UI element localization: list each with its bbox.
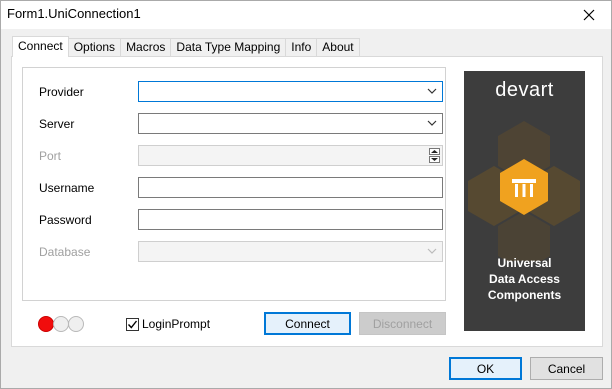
spin-down-icon [429,156,440,163]
provider-select[interactable] [138,81,443,102]
server-label: Server [39,117,75,131]
connect-button[interactable]: Connect [264,312,351,335]
cancel-button[interactable]: Cancel [530,357,603,380]
tab-strip: Connect Options Macros Data Type Mapping… [12,36,360,57]
close-button[interactable] [567,1,611,29]
login-prompt-checkbox[interactable]: LoginPrompt [126,317,210,331]
password-input[interactable] [138,209,443,230]
tab-options[interactable]: Options [67,38,122,57]
status-light-red [38,316,54,332]
chevron-down-icon [427,248,437,254]
devart-logo-panel: devart Universal Data Access Components [464,71,585,331]
login-prompt-label: LoginPrompt [142,317,211,331]
database-label: Database [39,245,91,259]
username-input[interactable] [138,177,443,198]
username-label: Username [39,181,95,195]
dialog-window: Form1.UniConnection1 Connect Options Mac… [0,0,612,389]
port-spinner [138,145,443,166]
status-light-off [68,316,84,332]
checkmark-icon [127,320,138,329]
checkbox-box[interactable] [126,317,139,331]
tab-connect[interactable]: Connect [12,36,69,57]
password-label: Password [39,213,92,227]
logo-caption: Universal Data Access Components [487,256,562,302]
close-icon [583,9,595,21]
port-spin-buttons [429,148,440,163]
tab-data-type-mapping[interactable]: Data Type Mapping [170,38,287,57]
chevron-down-icon [427,88,437,94]
tab-info[interactable]: Info [285,38,318,57]
port-label: Port [39,149,62,163]
connection-status-lights [38,316,84,332]
tab-macros[interactable]: Macros [120,38,172,57]
connection-group: Provider Server Port Username Password D… [22,67,446,301]
provider-label: Provider [39,85,84,99]
window-title: Form1.UniConnection1 [7,6,141,21]
spin-up-icon [429,148,440,155]
chevron-down-icon [427,120,437,126]
ok-button[interactable]: OK [449,357,522,380]
disconnect-button: Disconnect [359,312,446,335]
server-select[interactable] [138,113,443,134]
database-select [138,241,443,262]
brand-logo-text: devart [495,79,554,101]
connect-panel: Provider Server Port Username Password D… [11,56,603,347]
hexagon-pattern-graphic [468,121,580,261]
status-light-off [53,316,69,332]
title-bar: Form1.UniConnection1 [1,1,611,29]
tab-about[interactable]: About [316,38,360,57]
